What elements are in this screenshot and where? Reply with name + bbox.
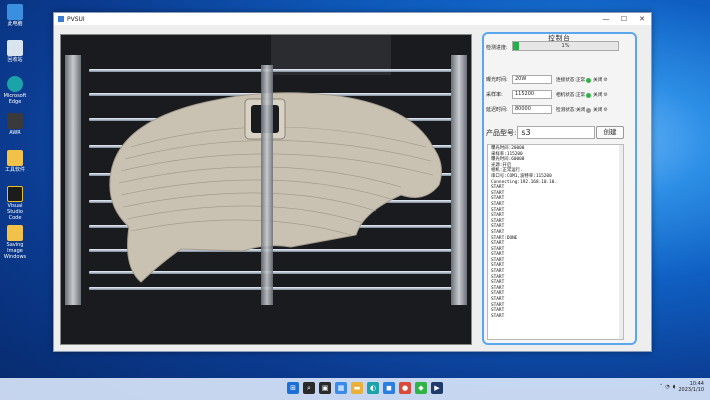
edge-icon [7, 76, 23, 92]
taskbar-file-explorer-icon[interactable]: ▬ [351, 382, 363, 394]
status-label: 相机状态: [556, 93, 576, 98]
taskbar: ⊞ ⌕ ▣ ▦ ▬ ◐ ◼ ● ◆ ▶ ˄ ◔ ◖ 10:44 2023/1/10 [0, 378, 710, 400]
status-value: 正常 [575, 78, 586, 83]
taskbar-edge-icon[interactable]: ◐ [367, 382, 379, 394]
taskbar-pvs-app-icon[interactable]: ▶ [431, 382, 443, 394]
status-dot-icon [586, 107, 592, 113]
desktop-icon-vscode[interactable]: Visual Studio Code [2, 186, 28, 221]
log-line: START [491, 313, 505, 319]
taskbar-search-icon[interactable]: ⌕ [303, 382, 315, 394]
wifi-icon[interactable]: ◔ [665, 384, 669, 390]
exposure-field[interactable]: 20W [512, 75, 552, 84]
recycle-bin-icon [7, 40, 23, 56]
taskbar-windows-start-icon[interactable]: ⊞ [287, 382, 299, 394]
status-label: 连接状态: [556, 78, 576, 83]
app-icon [7, 186, 23, 202]
control-panel: 控制台 检测进度: 1% 曝光时间: 20W 采样率: 115200 延迟时间:… [482, 32, 637, 345]
rail [89, 287, 461, 290]
computer-icon [7, 4, 23, 20]
window-title: PVSUI [67, 15, 85, 23]
taskbar-chrome-icon[interactable]: ● [399, 382, 411, 394]
status-trail: 关闭 [593, 93, 603, 98]
frame-post [451, 55, 467, 305]
chevron-up-icon[interactable]: ˄ [660, 384, 663, 390]
rail [89, 69, 461, 72]
desktop-icon-saving-image[interactable]: Saving Image Windows [2, 225, 28, 260]
field-label: 曝光时间: [486, 77, 508, 83]
taskbar-app-green-icon[interactable]: ◆ [415, 382, 427, 394]
camera-view [60, 34, 472, 345]
frame-post [65, 55, 81, 305]
folder-icon [7, 150, 23, 166]
progress-row: 检测进度: [486, 44, 508, 51]
close-button[interactable]: ✕ [633, 13, 651, 25]
minimize-button[interactable]: — [597, 13, 615, 25]
status-label: 检测状态: [556, 108, 576, 113]
status-camera: 相机状态: 正常 关闭 ⚙ [556, 92, 608, 98]
field-row-exposure: 曝光时间: 20W [486, 75, 552, 84]
baudrate-field[interactable]: 115200 [512, 90, 552, 99]
clock-date: 2023/1/10 [678, 387, 704, 393]
field-row-delay: 延迟时间: 80000 [486, 105, 552, 114]
status-trail: 关闭 [593, 108, 603, 113]
status-detection: 检测状态: 关闭 关闭 ⚙ [556, 107, 608, 113]
app-icon [58, 16, 64, 22]
desktop-icon-label: AWR [9, 130, 21, 136]
settings-icon[interactable]: ⚙ [603, 92, 607, 98]
field-label: 采样率: [486, 92, 503, 98]
create-button[interactable]: 创建 [596, 126, 624, 139]
desktop-icon-label: Visual Studio Code [7, 203, 23, 221]
status-trail: 关闭 [593, 78, 603, 83]
title-bar[interactable]: PVSUI — ☐ ✕ [54, 13, 651, 25]
taskbar-store-icon[interactable]: ◼ [383, 382, 395, 394]
settings-icon[interactable]: ⚙ [603, 77, 607, 83]
settings-icon[interactable]: ⚙ [603, 107, 607, 113]
taskbar-apps: ⊞ ⌕ ▣ ▦ ▬ ◐ ◼ ● ◆ ▶ [287, 382, 443, 394]
product-label: 产品型号: [486, 128, 517, 137]
desktop-icon-this-pc[interactable]: 此电脑 [2, 4, 28, 27]
desktop-icon-label: Microsoft Edge [3, 93, 27, 105]
desktop-icon-label: Saving Image Windows [3, 242, 27, 260]
desktop-icon-label: 回收站 [7, 57, 23, 63]
clock[interactable]: 10:44 2023/1/10 [678, 381, 704, 393]
maximize-button[interactable]: ☐ [615, 13, 633, 25]
volume-icon[interactable]: ◖ [673, 384, 676, 390]
desktop-icon-label: 工具软件 [4, 167, 25, 173]
field-row-baudrate: 采样率: 115200 [486, 90, 552, 99]
desktop-icon-awr[interactable]: AWR [2, 113, 28, 136]
status-value: 正常 [575, 93, 586, 98]
system-tray: ˄ ◔ ◖ 10:44 2023/1/10 [660, 381, 704, 393]
status-dot-icon [586, 92, 592, 98]
awr-icon [7, 113, 23, 129]
center-post [261, 65, 273, 305]
desktop-icon-label: 此电脑 [7, 21, 23, 27]
progress-text: 1% [561, 43, 570, 49]
delay-field[interactable]: 80000 [512, 105, 552, 114]
desktop-icon-tools-folder[interactable]: 工具软件 [2, 150, 28, 173]
product-row: 产品型号: s3 [486, 126, 596, 139]
taskbar-task-view-icon[interactable]: ▣ [319, 382, 331, 394]
field-label: 延迟时间: [486, 107, 508, 113]
status-dot-icon [586, 77, 592, 83]
status-connection: 连接状态: 正常 关闭 ⚙ [556, 77, 608, 83]
product-input[interactable]: s3 [517, 126, 596, 139]
desktop-icon-recycle-bin[interactable]: 回收站 [2, 40, 28, 63]
log-scrollbar[interactable] [619, 145, 623, 339]
taskbar-widgets-icon[interactable]: ▦ [335, 382, 347, 394]
app-window: PVSUI — ☐ ✕ 控制台 检测进度: 1% 曝光时间: 20W 采样率: … [53, 12, 652, 352]
progress-bar: 1% [512, 41, 619, 51]
folder-icon [7, 225, 23, 241]
progress-label: 检测进度: [486, 45, 508, 51]
parcel-shelf-part [109, 92, 442, 283]
window-controls: — ☐ ✕ [597, 13, 651, 25]
log-output[interactable]: 曝光时间:20000 采样率:115200 曝光时间:60000 光源:开启 相机:正常… [487, 144, 624, 340]
status-value: 关闭 [575, 108, 586, 113]
desktop-icon-edge[interactable]: Microsoft Edge [2, 76, 28, 105]
